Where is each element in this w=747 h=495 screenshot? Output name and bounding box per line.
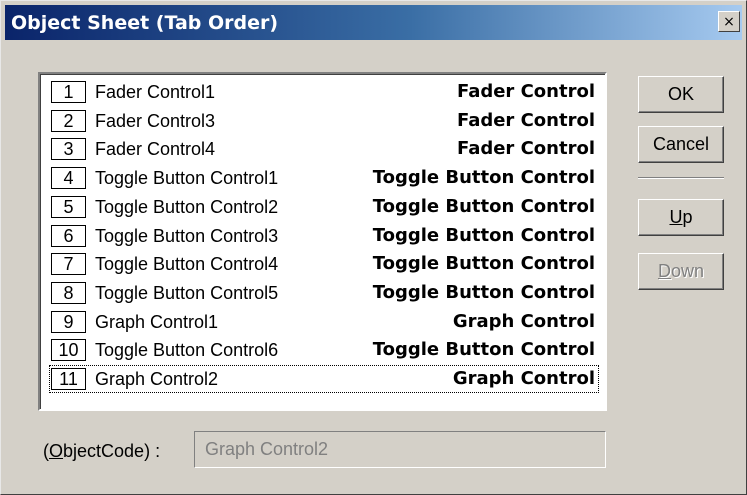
list-item[interactable]: 5 Toggle Button Control2 Toggle Button Con… xyxy=(49,193,599,221)
list-item[interactable]: 1 Fader Control1 Fader Control xyxy=(49,78,599,106)
control-name: Fader Control4 xyxy=(95,139,216,160)
control-name: Toggle Button Control3 xyxy=(95,225,279,246)
title-bar[interactable]: Object Sheet (Tab Order) × xyxy=(5,5,742,40)
control-name: Toggle Button Control1 xyxy=(95,168,279,189)
tab-order-number: 11 xyxy=(51,368,86,390)
control-name: Toggle Button Control6 xyxy=(95,340,279,361)
control-type: Graph Control xyxy=(452,310,595,332)
close-button[interactable]: × xyxy=(718,11,740,32)
down-label-rest: own xyxy=(670,261,705,281)
close-icon: × xyxy=(723,13,735,30)
cancel-button[interactable]: Cancel xyxy=(638,126,724,163)
list-item[interactable]: 8 Toggle Button Control5 Toggle Button Con… xyxy=(49,279,599,307)
object-code-label-rest: bjectCode) : xyxy=(63,441,161,461)
control-type: Toggle Button Control xyxy=(372,339,595,361)
tab-order-number: 4 xyxy=(51,167,86,190)
control-name: Toggle Button Control5 xyxy=(95,282,279,303)
control-type: Toggle Button Control xyxy=(372,224,595,246)
control-name: Graph Control1 xyxy=(95,311,219,332)
list-item[interactable]: 2 Fader Control3 Fader Control xyxy=(49,107,599,135)
control-type: Fader Control xyxy=(456,81,595,102)
control-type: Toggle Button Control xyxy=(372,195,595,217)
list-item[interactable]: 10 Toggle Button Control6 Toggle Button Co… xyxy=(49,336,599,364)
control-type: Graph Control xyxy=(452,368,595,389)
object-code-label: (ObjectCode) : xyxy=(43,441,160,462)
tab-order-number: 10 xyxy=(51,339,86,362)
list-item[interactable]: 3 Fader Control4 Fader Control xyxy=(49,135,599,163)
down-mnemonic: D xyxy=(657,261,671,281)
object-sheet-dialog: Object Sheet (Tab Order) × 1 Fader Contro… xyxy=(0,0,747,495)
control-type: Toggle Button Control xyxy=(372,167,595,189)
object-code-field[interactable]: Graph Control2 xyxy=(194,431,606,468)
tab-order-number: 9 xyxy=(51,310,86,333)
tab-order-number: 5 xyxy=(51,195,86,218)
list-item[interactable]: 7 Toggle Button Control4 Toggle Button Con… xyxy=(49,250,599,278)
tab-order-list[interactable]: 1 Fader Control1 Fader Control 2 Fader Contr… xyxy=(38,72,607,411)
control-name: Toggle Button Control4 xyxy=(95,254,279,275)
down-button[interactable]: Down xyxy=(638,253,724,290)
control-name: Graph Control2 xyxy=(95,369,219,389)
control-name: Fader Control1 xyxy=(95,82,216,102)
object-code-mnemonic: O xyxy=(49,441,64,461)
list-item[interactable]: 4 Toggle Button Control1 Toggle Button Con… xyxy=(49,164,599,192)
tab-order-number: 2 xyxy=(51,109,86,132)
up-mnemonic: U xyxy=(669,207,683,227)
tab-order-number: 8 xyxy=(51,281,86,304)
tab-order-number: 6 xyxy=(51,224,86,247)
tab-order-number: 1 xyxy=(51,81,86,103)
control-type: Toggle Button Control xyxy=(372,253,595,275)
up-button[interactable]: Up xyxy=(638,199,724,236)
tab-order-list-body: 1 Fader Control1 Fader Control 2 Fader Contr… xyxy=(40,74,605,409)
tab-order-number: 7 xyxy=(51,253,86,276)
window-title: Object Sheet (Tab Order) xyxy=(11,12,279,34)
control-name: Fader Control3 xyxy=(95,110,216,131)
up-label-rest: p xyxy=(682,207,693,227)
control-type: Fader Control xyxy=(456,109,595,131)
control-type: Fader Control xyxy=(456,138,595,160)
control-type: Toggle Button Control xyxy=(372,281,595,303)
ok-button[interactable]: OK xyxy=(638,76,724,113)
list-item[interactable]: 6 Toggle Button Control3 Toggle Button Con… xyxy=(49,222,599,250)
button-separator xyxy=(638,177,724,179)
list-item[interactable]: 11 Graph Control2 Graph Control xyxy=(49,365,599,393)
control-name: Toggle Button Control2 xyxy=(95,196,279,217)
list-item[interactable]: 9 Graph Control1 Graph Control xyxy=(49,308,599,336)
tab-order-number: 3 xyxy=(51,138,86,161)
